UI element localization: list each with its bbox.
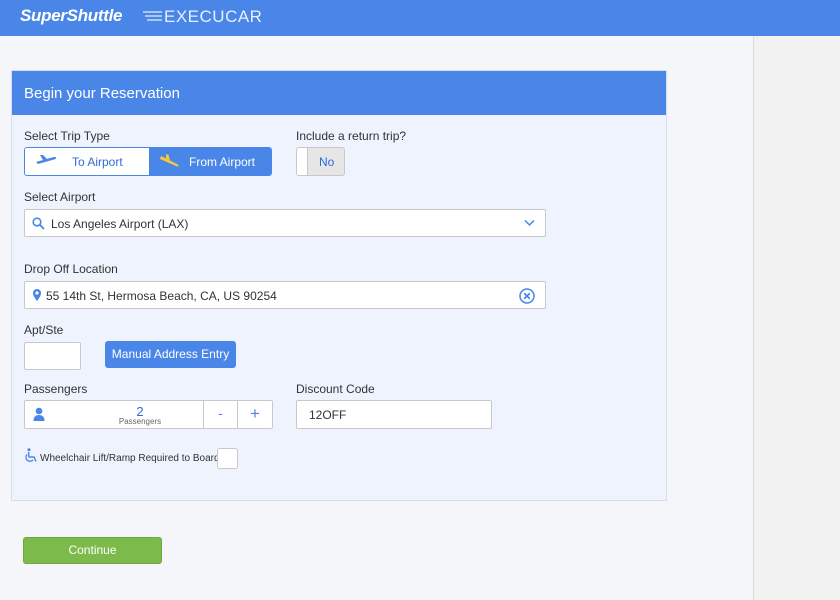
dropoff-location-input[interactable]: 55 14th St, Hermosa Beach, CA, US 90254 bbox=[24, 281, 546, 309]
reservation-card-header: Begin your Reservation bbox=[12, 71, 666, 115]
to-airport-label: To Airport bbox=[72, 155, 123, 169]
wheelchair-label: Wheelchair Lift/Ramp Required to Board bbox=[40, 453, 220, 464]
person-icon bbox=[33, 407, 45, 421]
chevron-down-icon bbox=[524, 219, 535, 227]
airport-value: Los Angeles Airport (LAX) bbox=[51, 217, 189, 231]
return-trip-toggle[interactable]: No bbox=[296, 147, 345, 176]
from-airport-label: From Airport bbox=[189, 155, 256, 169]
plane-landing-icon bbox=[160, 154, 179, 167]
supershuttle-logo[interactable]: SuperShuttle bbox=[20, 6, 122, 26]
dropoff-value: 55 14th St, Hermosa Beach, CA, US 90254 bbox=[46, 289, 277, 303]
discount-code-value: 12OFF bbox=[309, 408, 347, 422]
trip-type-toggle: To Airport From Airport bbox=[24, 147, 272, 176]
to-airport-button[interactable]: To Airport bbox=[25, 148, 149, 175]
apt-label: Apt/Ste bbox=[24, 323, 64, 337]
toggle-knob bbox=[297, 148, 308, 175]
plane-takeoff-icon bbox=[36, 155, 56, 164]
wing-logo-icon bbox=[143, 11, 162, 21]
execucar-logo[interactable]: EXECUCAR bbox=[164, 7, 262, 27]
search-icon bbox=[32, 217, 45, 230]
airport-label: Select Airport bbox=[24, 190, 96, 204]
continue-button[interactable]: Continue bbox=[23, 537, 162, 564]
manual-address-entry-button[interactable]: Manual Address Entry bbox=[105, 341, 236, 368]
discount-code-label: Discount Code bbox=[296, 382, 375, 396]
reservation-title: Begin your Reservation bbox=[24, 85, 180, 102]
decrement-passengers-button[interactable]: - bbox=[203, 401, 237, 428]
top-navigation-bar: SuperShuttle EXECUCAR bbox=[0, 0, 840, 36]
trip-type-label: Select Trip Type bbox=[24, 129, 110, 143]
passengers-stepper: 2 Passengers - + bbox=[24, 400, 273, 429]
reservation-card: Begin your Reservation Select Trip Type … bbox=[11, 70, 667, 501]
wheelchair-icon bbox=[25, 448, 37, 462]
clear-icon[interactable] bbox=[519, 288, 535, 304]
passengers-label: Passengers bbox=[24, 382, 88, 396]
discount-code-input[interactable]: 12OFF bbox=[296, 400, 492, 429]
return-trip-value: No bbox=[319, 155, 335, 169]
wheelchair-checkbox[interactable] bbox=[217, 448, 238, 469]
passenger-unit: Passengers bbox=[118, 417, 162, 426]
return-trip-label: Include a return trip? bbox=[296, 129, 407, 143]
from-airport-button[interactable]: From Airport bbox=[149, 148, 271, 175]
right-side-panel bbox=[753, 36, 840, 600]
airport-select[interactable]: Los Angeles Airport (LAX) bbox=[24, 209, 546, 237]
apt-input[interactable] bbox=[24, 342, 81, 370]
location-pin-icon bbox=[33, 289, 41, 301]
increment-passengers-button[interactable]: + bbox=[237, 401, 272, 428]
dropoff-label: Drop Off Location bbox=[24, 262, 118, 276]
